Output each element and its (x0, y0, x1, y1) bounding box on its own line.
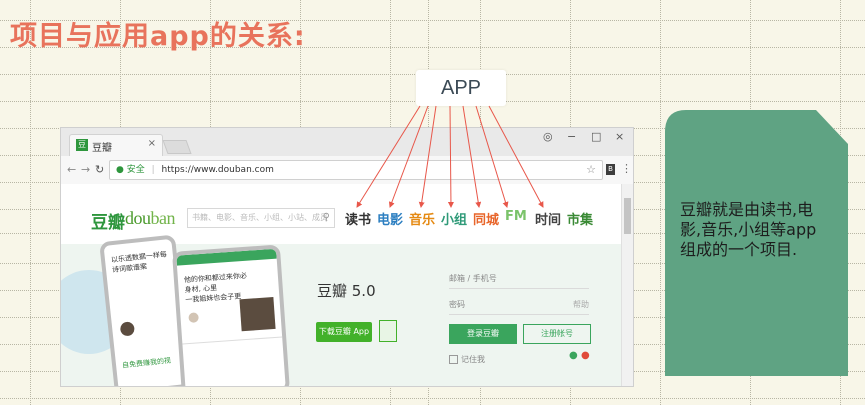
callout-text: 豆瓣就是由读书,电影,音乐,小组等app组成的一个项目. (680, 200, 817, 259)
